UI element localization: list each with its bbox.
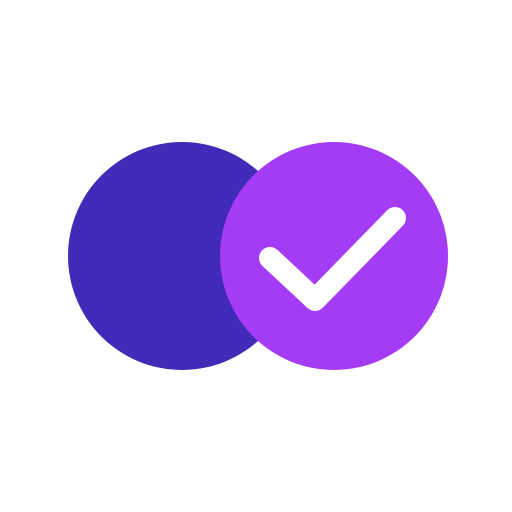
front-circle xyxy=(220,142,448,370)
app-logo xyxy=(0,0,512,512)
logo-graphic xyxy=(68,142,448,370)
